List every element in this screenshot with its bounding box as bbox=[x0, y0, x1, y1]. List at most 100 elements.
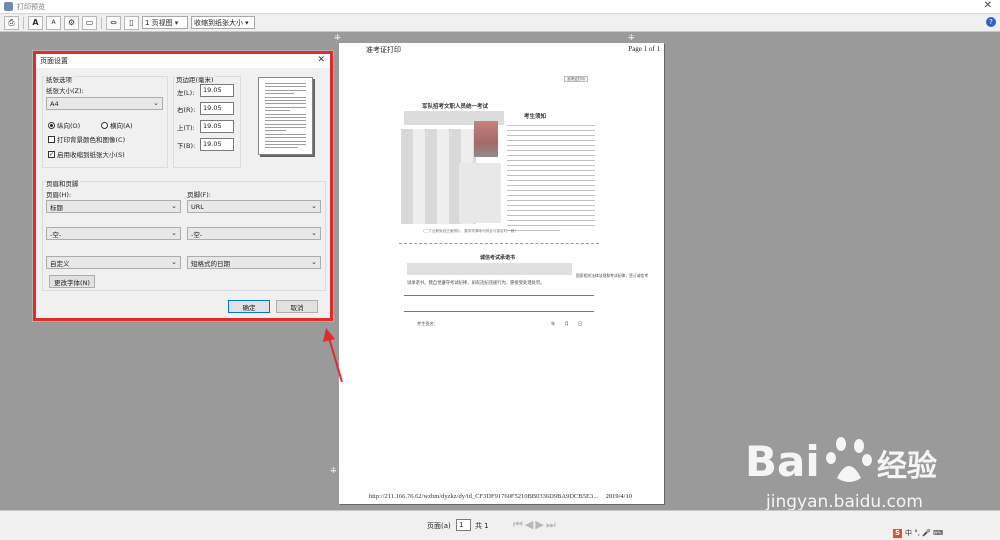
paper-group-label: 纸张选项 bbox=[45, 74, 73, 84]
last-page-icon[interactable]: ⏭ bbox=[546, 518, 558, 531]
cancel-button[interactable]: 取消 bbox=[276, 300, 318, 313]
shrink-to-fit-label: 启用收缩到纸张大小(S) bbox=[57, 151, 125, 159]
ok-button[interactable]: 确定 bbox=[228, 300, 270, 313]
blurred-region bbox=[459, 163, 501, 223]
tray-text: 中 °, 🎤 ⌨ bbox=[905, 529, 944, 537]
page-footer-url: http://211.166.76.62/wzbm/dyzkz/dy/id_CF… bbox=[369, 493, 599, 500]
print-background-checkbox[interactable]: 打印背景颜色和图像(C) bbox=[48, 134, 125, 144]
checkbox-box bbox=[48, 135, 55, 143]
radio-dot bbox=[48, 121, 55, 129]
toolbar-separator bbox=[23, 16, 24, 29]
sogou-ime-icon[interactable]: S bbox=[893, 528, 902, 538]
print-icon[interactable]: ⎙ bbox=[4, 15, 19, 30]
chevron-down-icon: ⌄ bbox=[171, 258, 177, 266]
header-footer-icon[interactable]: ▭ bbox=[82, 15, 97, 30]
page-number-input[interactable]: 1 bbox=[456, 519, 471, 531]
top-margin-label: 上(T): bbox=[177, 124, 195, 132]
doc-subtitle: 诚信考试承诺书 bbox=[480, 255, 516, 261]
full-width-icon[interactable]: ⇔ bbox=[106, 15, 121, 30]
watermark-brand-cn: 经验 bbox=[877, 449, 937, 484]
candidate-photo bbox=[474, 121, 498, 157]
chevron-down-icon: ▾ bbox=[174, 18, 179, 27]
doc-print-button: 准考证打印 bbox=[564, 76, 588, 82]
dialog-title: 页面设置 bbox=[40, 57, 68, 65]
radio-dot bbox=[101, 121, 108, 129]
toolbar-separator bbox=[101, 16, 102, 29]
print-background-label: 打印背景颜色和图像(C) bbox=[57, 136, 126, 144]
right-margin-input[interactable]: 19.05 bbox=[200, 102, 234, 115]
landscape-radio[interactable]: 横向(A) bbox=[101, 120, 133, 130]
landscape-label: 横向(A) bbox=[110, 122, 133, 130]
window-titlebar: 打印预览 ✕ bbox=[0, 0, 1000, 14]
view-mode-value: 1 页视图 bbox=[145, 18, 173, 27]
footer-label: 页脚(F): bbox=[187, 191, 212, 199]
signature-date: 年 月 日 bbox=[551, 321, 587, 326]
header-select-3[interactable]: 自定义 ⌄ bbox=[46, 256, 181, 269]
footer-select-1-value: URL bbox=[191, 202, 204, 211]
margins-group-label: 页边距(毫米) bbox=[175, 74, 215, 84]
left-margin-input[interactable]: 19.05 bbox=[200, 84, 234, 97]
baidu-paw-icon: Bai 经验 bbox=[745, 437, 937, 486]
watermark-url: jingyan.baidu.com bbox=[766, 492, 923, 512]
signature-line bbox=[404, 295, 594, 296]
header-select-2[interactable]: -空- ⌄ bbox=[46, 227, 181, 240]
portrait-radio[interactable]: 纵向(O) bbox=[48, 120, 80, 130]
baidu-watermark: Bai 经验 bbox=[745, 430, 945, 492]
next-page-icon[interactable]: ▶ bbox=[535, 518, 545, 531]
view-mode-select[interactable]: 1 页视图 ▾ bbox=[142, 16, 188, 29]
shrink-select[interactable]: 收缩到纸张大小 ▾ bbox=[191, 16, 255, 29]
page-thumbnail-preview bbox=[258, 77, 313, 155]
footer-select-3[interactable]: 短格式的日期 ⌄ bbox=[187, 256, 321, 269]
chevron-down-icon: ⌄ bbox=[171, 202, 177, 210]
left-margin-label: 左(L): bbox=[177, 89, 195, 97]
total-pages-label: 共 1 bbox=[475, 522, 489, 530]
blurred-region bbox=[407, 263, 572, 275]
doc-line: 试承诺书。我自觉遵守考试纪律，如有违纪违规行为，愿接受处理处罚。 bbox=[407, 281, 545, 286]
footer-select-1[interactable]: URL ⌄ bbox=[187, 200, 321, 213]
page-header-right: Page 1 of 1 bbox=[628, 45, 660, 53]
chevron-down-icon: ▾ bbox=[245, 18, 249, 27]
doc-title-left: 军队招考文职人员统一考试 bbox=[422, 104, 489, 110]
landscape-icon[interactable]: A bbox=[46, 15, 61, 30]
paper-size-select[interactable]: A4 ⌄ bbox=[46, 97, 163, 110]
page-setup-gear-icon[interactable]: ⚙ bbox=[64, 15, 79, 30]
watermark-brand: Bai bbox=[745, 437, 820, 486]
header-select-1[interactable]: 标题 ⌄ bbox=[46, 200, 181, 213]
footer-select-3-value: 短格式的日期 bbox=[191, 259, 230, 268]
portrait-icon[interactable]: A bbox=[28, 15, 43, 30]
top-margin-input[interactable]: 19.05 bbox=[200, 120, 234, 133]
chevron-down-icon: ⌄ bbox=[311, 258, 317, 266]
close-icon[interactable]: ✕ bbox=[317, 55, 325, 65]
doc-line-right: 国家相关法律法规和考试纪律，签订诚信考 bbox=[576, 273, 649, 278]
chevron-down-icon: ⌄ bbox=[311, 229, 317, 237]
first-page-icon[interactable]: ⏮ bbox=[513, 518, 525, 531]
page-setup-dialog: 页面设置 ✕ 纸张选项 纸张大小(Z): A4 ⌄ 纵向(O) 横向(A) 打印… bbox=[33, 51, 333, 321]
bottom-margin-label: 下(B): bbox=[177, 142, 196, 150]
chevron-down-icon: ⌄ bbox=[171, 229, 177, 237]
margin-handle-icon[interactable]: ⁜ bbox=[330, 466, 337, 475]
header-select-2-value: -空- bbox=[50, 230, 62, 239]
checkmark-icon: ✓ bbox=[48, 150, 55, 158]
help-icon[interactable]: ? bbox=[986, 17, 996, 27]
bottom-margin-input[interactable]: 19.05 bbox=[200, 138, 234, 151]
margin-handle-icon[interactable]: ⁜ bbox=[628, 33, 635, 42]
header-select-3-value: 自定义 bbox=[50, 259, 70, 268]
app-icon bbox=[4, 2, 13, 11]
header-select-1-value: 标题 bbox=[50, 203, 63, 212]
header-footer-group-label: 页眉和页脚 bbox=[45, 178, 80, 188]
prev-page-icon[interactable]: ◀ bbox=[525, 518, 535, 531]
full-page-icon[interactable]: ▯ bbox=[124, 15, 139, 30]
shrink-to-fit-checkbox[interactable]: ✓ 启用收缩到纸张大小(S) bbox=[48, 149, 125, 159]
window-close-icon[interactable]: ✕ bbox=[984, 0, 992, 11]
change-font-button[interactable]: 更改字体(N) bbox=[49, 275, 95, 288]
paper-size-value: A4 bbox=[50, 99, 59, 108]
footer-select-2[interactable]: -空- ⌄ bbox=[187, 227, 321, 240]
margin-handle-icon[interactable]: ⁜ bbox=[334, 33, 341, 42]
system-tray: S 中 °, 🎤 ⌨ bbox=[893, 528, 943, 538]
photo-caption: （二寸近期免冠正面照片，要求须清晰可辨且与报名时一致） bbox=[421, 229, 519, 233]
dialog-titlebar: 页面设置 ✕ bbox=[36, 54, 330, 68]
toolbar: ⎙ A A ⚙ ▭ ⇔ ▯ 1 页视图 ▾ 收缩到纸张大小 ▾ ? bbox=[0, 14, 1000, 32]
shrink-value: 收缩到纸张大小 bbox=[194, 18, 243, 27]
page-label: 页面(a) bbox=[427, 522, 451, 530]
page-header-left: 准考证打印 bbox=[366, 46, 401, 54]
